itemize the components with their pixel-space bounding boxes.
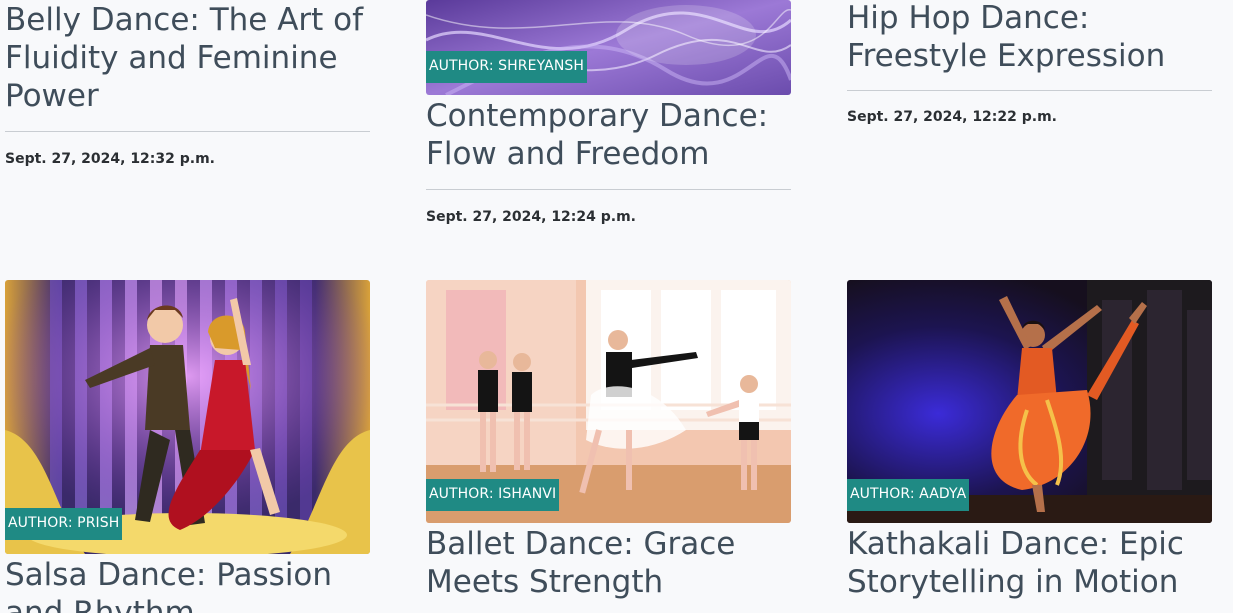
post-title[interactable]: Contemporary Dance: Flow and Freedom	[426, 97, 776, 173]
post-image[interactable]: AUTHOR: SHREYANSH	[426, 0, 791, 95]
post-image[interactable]: AUTHOR: PRISH	[5, 280, 370, 554]
post-date: Sept. 27, 2024, 12:24 p.m.	[426, 209, 636, 225]
post-title[interactable]: Salsa Dance: Passion and Rhythm	[5, 556, 370, 613]
post-card[interactable]: AUTHOR: ISHANVI Ballet Dance: Grace Meet…	[426, 280, 791, 601]
post-divider	[847, 90, 1212, 91]
post-title[interactable]: Ballet Dance: Grace Meets Strength	[426, 525, 756, 601]
post-image[interactable]: AUTHOR: ISHANVI	[426, 280, 791, 523]
post-date: Sept. 27, 2024, 12:22 p.m.	[847, 109, 1057, 125]
author-badge[interactable]: AUTHOR: PRISH	[5, 508, 123, 540]
author-badge[interactable]: AUTHOR: SHREYANSH	[426, 51, 588, 83]
post-card[interactable]: Belly Dance: The Art of Fluidity and Fem…	[5, 0, 370, 168]
post-image[interactable]: AUTHOR: AADYA	[847, 280, 1212, 523]
post-card[interactable]: AUTHOR: SHREYANSH Contemporary Dance: Fl…	[426, 0, 791, 226]
post-date: Sept. 27, 2024, 12:32 p.m.	[5, 151, 215, 167]
post-title[interactable]: Belly Dance: The Art of Fluidity and Fem…	[5, 1, 365, 115]
post-divider	[426, 189, 791, 190]
blog-post-grid: Belly Dance: The Art of Fluidity and Fem…	[0, 0, 1233, 613]
author-badge[interactable]: AUTHOR: AADYA	[847, 479, 970, 511]
author-badge[interactable]: AUTHOR: ISHANVI	[426, 479, 560, 511]
post-title[interactable]: Kathakali Dance: Epic Storytelling in Mo…	[847, 525, 1187, 601]
post-divider	[5, 131, 370, 132]
post-title[interactable]: Hip Hop Dance: Freestyle Expression	[847, 0, 1177, 75]
post-card[interactable]: AUTHOR: AADYA Kathakali Dance: Epic Stor…	[847, 280, 1212, 601]
post-card[interactable]: AUTHOR: PRISH Salsa Dance: Passion and R…	[5, 280, 370, 613]
post-card[interactable]: Hip Hop Dance: Freestyle Expression Sept…	[847, 0, 1212, 126]
